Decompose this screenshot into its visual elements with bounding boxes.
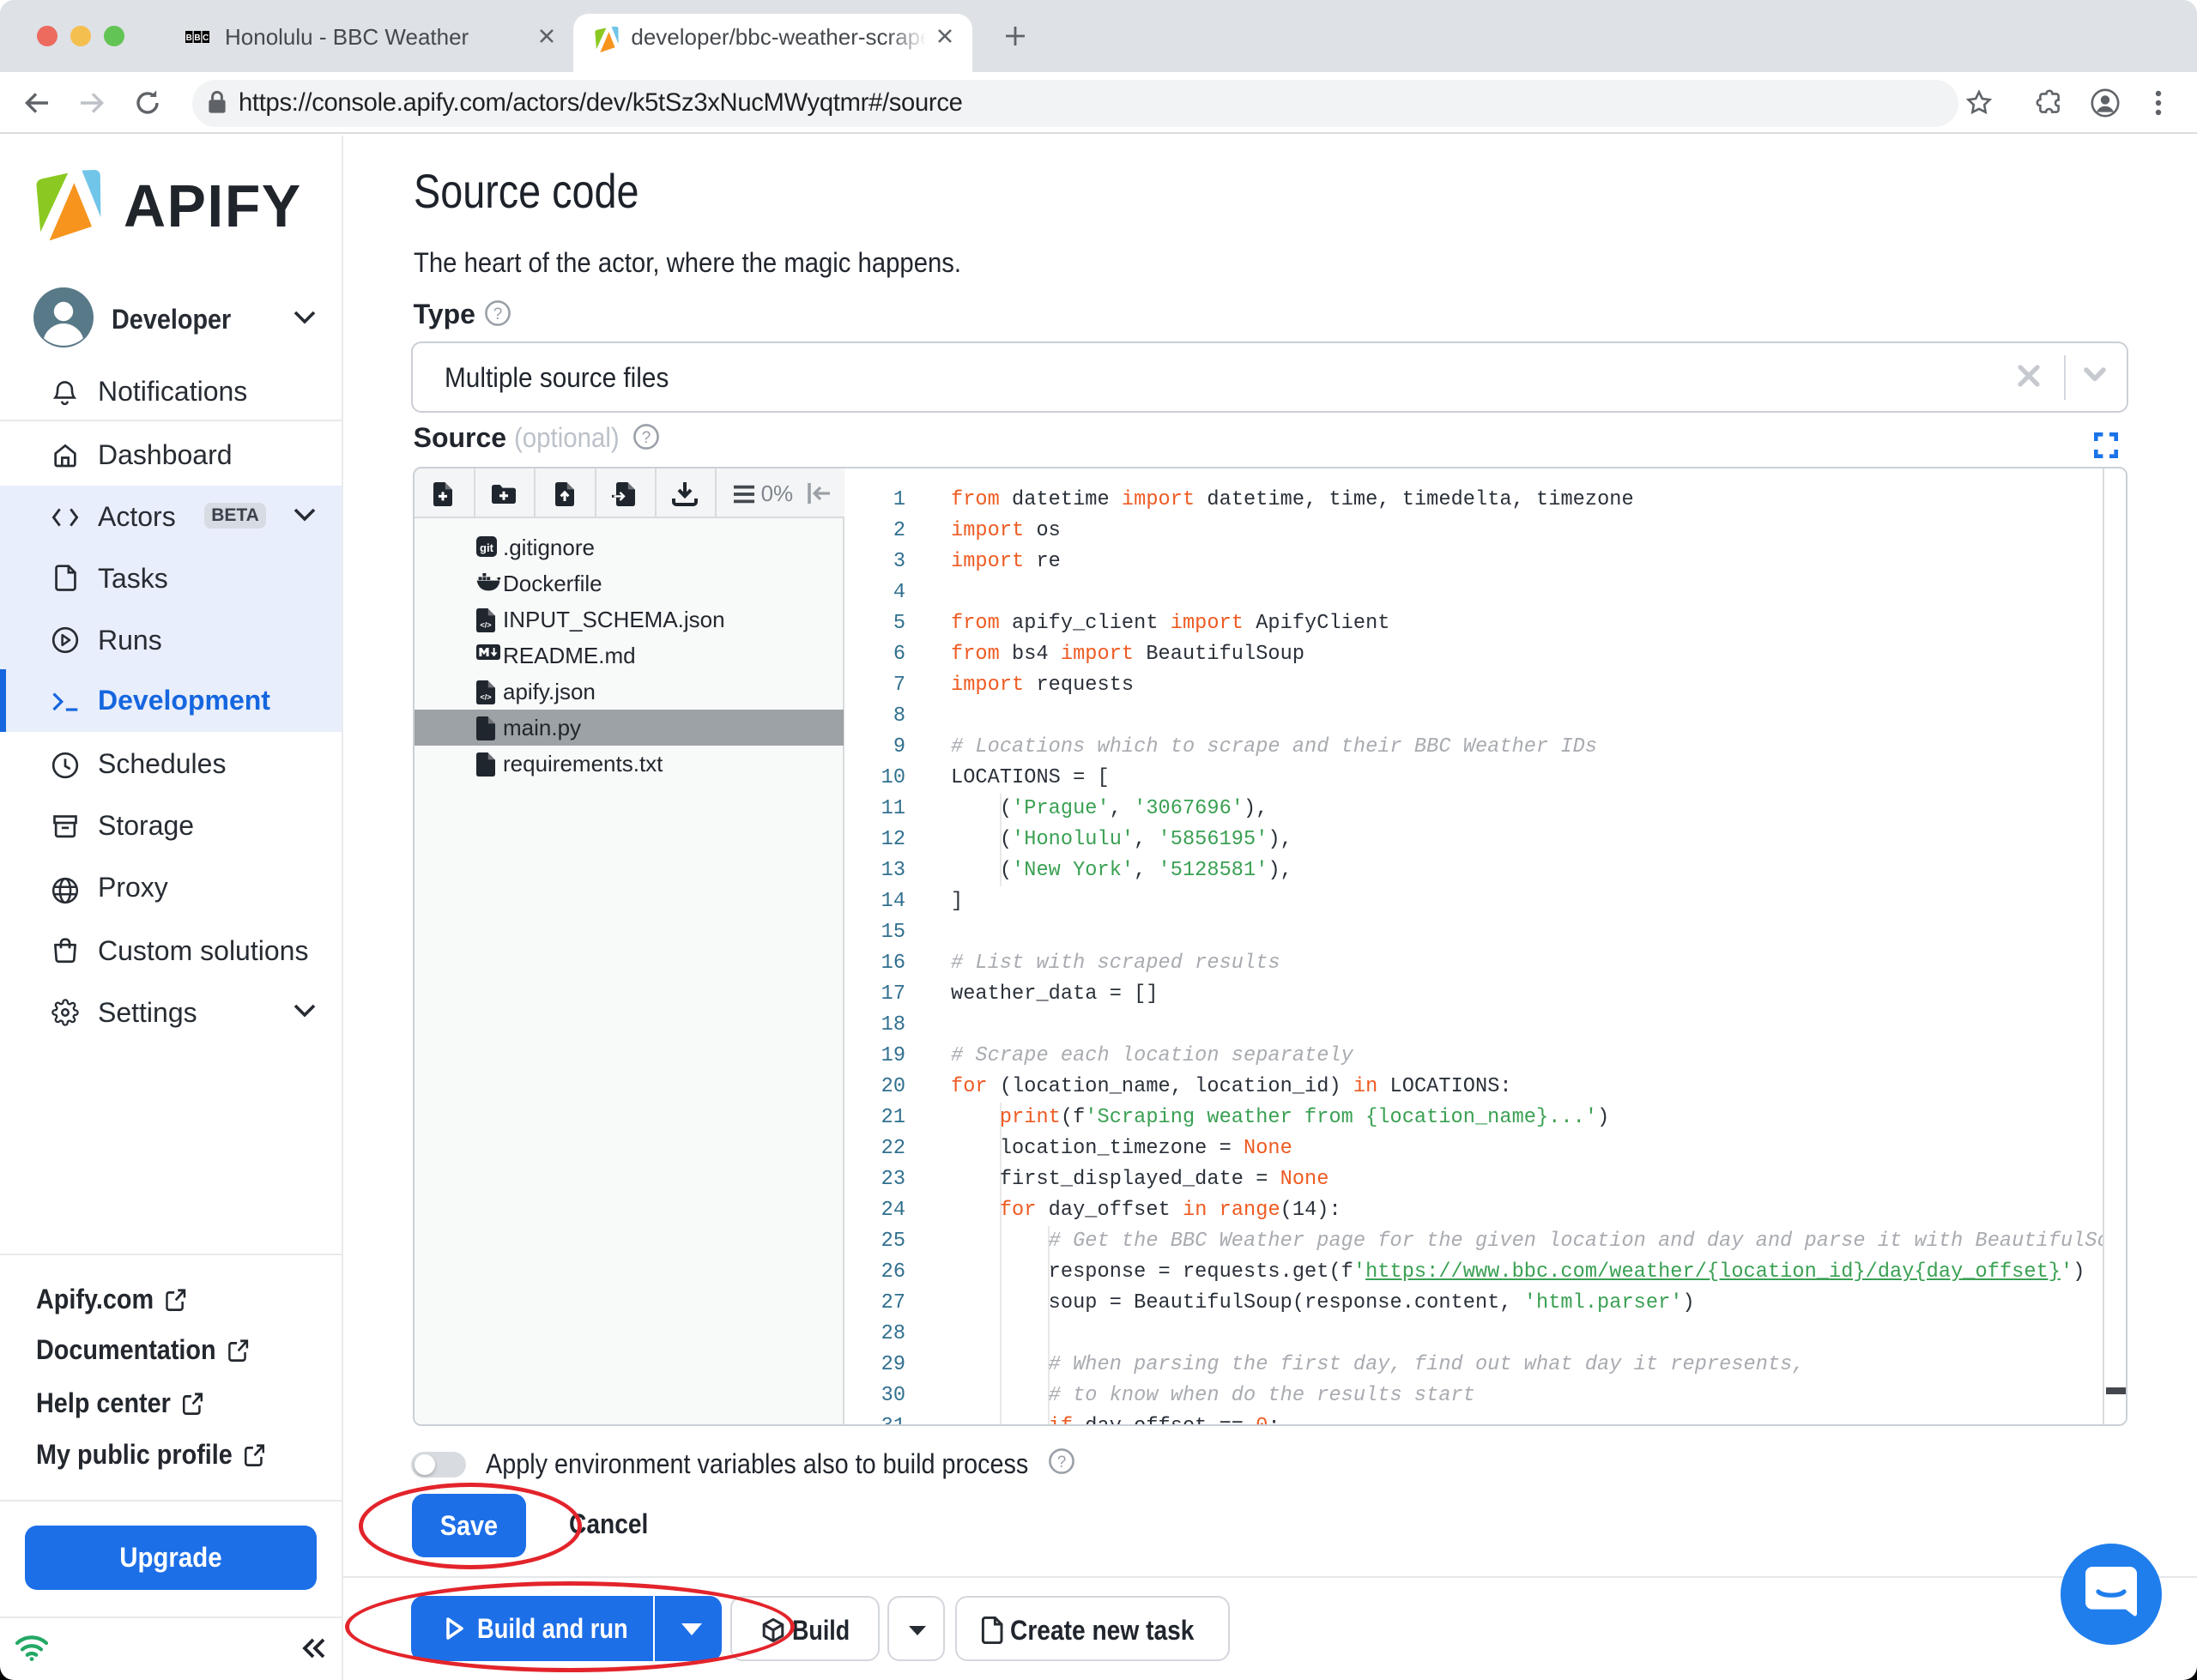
- svg-text:?: ?: [1057, 1453, 1067, 1472]
- svg-text:C: C: [203, 33, 209, 43]
- svg-text:B: B: [186, 33, 192, 43]
- svg-text:B: B: [194, 33, 200, 43]
- svg-text:</>: </>: [480, 621, 491, 630]
- svg-text:?: ?: [493, 305, 503, 323]
- svg-text:</>: </>: [480, 693, 491, 702]
- svg-text:?: ?: [642, 429, 651, 447]
- svg-text:git: git: [480, 541, 494, 554]
